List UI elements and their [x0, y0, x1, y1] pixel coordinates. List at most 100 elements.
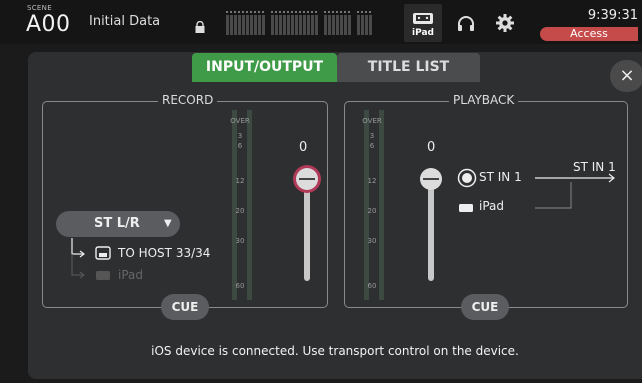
record-cue-button[interactable]: CUE: [161, 294, 209, 320]
playback-routing-lines: [535, 173, 615, 209]
meter-bridge-bar: [369, 15, 372, 35]
ipad-button-label: iPad: [412, 28, 434, 38]
meter-bridge-peak-dot: [365, 11, 367, 13]
meter-bridge-bar: [332, 15, 335, 35]
meter-bridge-bar: [238, 15, 241, 35]
meter-bridge-peak-dot: [328, 11, 330, 13]
meter-bridge-peak-dot: [311, 11, 313, 13]
top-bar: SCENE A00 Initial Data iPad 9:39:31 Acce…: [0, 0, 642, 44]
record-fader-value: 0: [299, 140, 308, 155]
meter-bridge-bar: [242, 15, 245, 35]
meter-label: 60: [235, 282, 245, 290]
meter-bridge-bar: [324, 15, 327, 35]
meter-bridge-bar: [246, 15, 249, 35]
meter-bridge-bar: [344, 15, 347, 35]
meter-bridge-peak-dot: [307, 11, 309, 13]
meter-bridge-bar: [279, 15, 282, 35]
ipad-icon: iPad: [412, 13, 434, 38]
meter-label: OVER: [230, 117, 250, 125]
meter-bridge-peak-dot: [340, 11, 342, 13]
meter-bridge-peak-dot: [332, 11, 334, 13]
scene-name[interactable]: Initial Data: [89, 14, 160, 29]
headphones-icon[interactable]: [457, 16, 475, 32]
meter-bridge-bar: [271, 15, 274, 35]
meter-bridge-peak-dot: [275, 11, 277, 13]
meter-bridge-bar: [254, 15, 257, 35]
meter-bridge-peak-dot: [361, 11, 363, 13]
meter-bridge-peak-dot: [315, 11, 317, 13]
meter-label: 30: [235, 237, 245, 245]
meter-bridge-bar: [315, 15, 318, 35]
meter-label: 20: [235, 207, 245, 215]
meter-bridge[interactable]: [226, 11, 390, 35]
meter-bridge-bar: [303, 15, 306, 35]
meter-bridge-peak-dot: [357, 11, 359, 13]
meter-bridge-bar: [291, 15, 294, 35]
recorder-window: INPUT/OUTPUT TITLE LIST × RECORD ST L/R …: [28, 52, 642, 379]
meter-bridge-peak-dot: [295, 11, 297, 13]
meter-bridge-bar: [328, 15, 331, 35]
meter-bridge-peak-dot: [348, 11, 350, 13]
meter-bridge-peak-dot: [344, 11, 346, 13]
meter-bridge-bar: [348, 15, 351, 35]
meter-bridge-peak-dot: [258, 11, 260, 13]
route-ipad[interactable]: iPad: [118, 268, 143, 282]
meter-bridge-bar: [336, 15, 339, 35]
meter-bridge-bar: [230, 15, 233, 35]
access-button[interactable]: Access: [540, 27, 638, 41]
record-panel: RECORD ST L/R ▼ TO HOST 33/34 iPad OVER …: [42, 93, 328, 320]
scene-label: SCENE: [27, 4, 52, 12]
ipad-route-icon: [96, 271, 110, 280]
usb-host-icon: [95, 246, 111, 260]
meter-bridge-peak-dot: [287, 11, 289, 13]
record-routing-lines: [71, 238, 85, 279]
meter-label: 12: [235, 177, 245, 185]
meter-bridge-bar: [262, 15, 265, 35]
meter-bridge-bar: [226, 15, 229, 35]
playback-panel: PLAYBACK OVER 3 6 12 20 30 60 0 ST IN 1 …: [344, 93, 628, 320]
meter-bridge-peak-dot: [238, 11, 240, 13]
meter-bridge-peak-dot: [283, 11, 285, 13]
meter-bridge-peak-dot: [234, 11, 236, 13]
tab-title-list[interactable]: TITLE LIST: [337, 53, 480, 82]
lock-icon[interactable]: [195, 21, 205, 33]
meter-bridge-peak-dot: [242, 11, 244, 13]
meter-bridge-bar: [307, 15, 310, 35]
meter-bridge-peak-dot: [299, 11, 301, 13]
close-button[interactable]: ×: [610, 60, 642, 92]
clock: 9:39:31: [587, 8, 638, 23]
meter-bridge-peak-dot: [336, 11, 338, 13]
meter-bridge-bar: [311, 15, 314, 35]
route-to-host[interactable]: TO HOST 33/34: [118, 246, 210, 260]
meter-bridge-peak-dot: [262, 11, 264, 13]
tab-input-output[interactable]: INPUT/OUTPUT: [192, 53, 337, 82]
record-fader-track[interactable]: [304, 175, 310, 281]
meter-bridge-peak-dot: [254, 11, 256, 13]
ipad-button[interactable]: iPad: [404, 4, 442, 42]
meter-bridge-peak-dot: [226, 11, 228, 13]
meter-bridge-bar: [234, 15, 237, 35]
record-fader-knob[interactable]: [296, 168, 318, 190]
meter-bridge-peak-dot: [303, 11, 305, 13]
meter-bridge-bar: [258, 15, 261, 35]
meter-bridge-peak-dot: [324, 11, 326, 13]
gear-icon[interactable]: [496, 14, 514, 32]
status-message: iOS device is connected. Use transport c…: [151, 344, 519, 358]
meter-bridge-bar: [361, 15, 364, 35]
meter-bridge-peak-dot: [230, 11, 232, 13]
meter-bridge-bar: [275, 15, 278, 35]
meter-bridge-bar: [365, 15, 368, 35]
playback-destination: ST IN 1: [573, 160, 616, 174]
meter-bridge-bar: [340, 15, 343, 35]
meter-label: 6: [237, 142, 243, 150]
playback-cue-button[interactable]: CUE: [461, 294, 509, 320]
scene-number[interactable]: A00: [26, 12, 71, 37]
meter-bridge-peak-dot: [246, 11, 248, 13]
meter-bridge-peak-dot: [250, 11, 252, 13]
meter-bridge-bar: [357, 15, 360, 35]
meter-bridge-bar: [295, 15, 298, 35]
meter-bridge-bar: [250, 15, 253, 35]
meter-bridge-peak-dot: [279, 11, 281, 13]
meter-bridge-bar: [287, 15, 290, 35]
meter-label: 3: [237, 132, 243, 140]
